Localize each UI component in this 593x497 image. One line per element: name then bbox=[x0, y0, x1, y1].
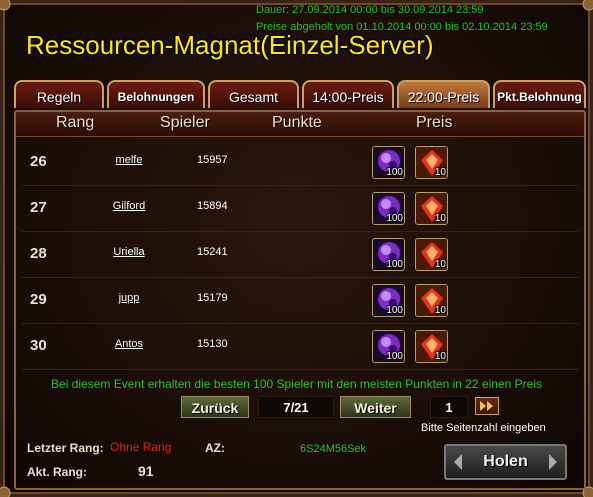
tab-rewards[interactable]: Belohnungen bbox=[107, 80, 205, 108]
prize-quantity: 10 bbox=[434, 167, 446, 178]
window-title: Ressourcen-Magnat(Einzel-Server) bbox=[26, 30, 434, 60]
prev-page-button[interactable]: Zurück bbox=[181, 396, 249, 418]
table-row: 28 Uriella 15241 100 10 bbox=[22, 232, 578, 278]
az-label: AZ: bbox=[205, 441, 225, 455]
player-link[interactable]: Antos bbox=[92, 338, 166, 350]
tab-prize-1400[interactable]: 14:00-Preis bbox=[302, 80, 394, 108]
tab-prize-2200[interactable]: 22:00-Preis bbox=[397, 80, 490, 108]
az-value: 6S24M56Sek bbox=[300, 443, 367, 455]
points-cell: 15130 bbox=[197, 338, 228, 350]
corner-ornament-icon bbox=[0, 0, 11, 11]
player-link[interactable]: Uriella bbox=[92, 246, 166, 258]
rank-cell: 29 bbox=[30, 291, 47, 308]
current-rank-label: Akt. Rang: bbox=[27, 465, 87, 479]
red-gem-icon[interactable]: 10 bbox=[415, 192, 448, 225]
rank-cell: 27 bbox=[30, 199, 47, 216]
page-number-input[interactable]: 1 bbox=[430, 396, 468, 418]
prize-quantity: 10 bbox=[434, 213, 446, 224]
prize-quantity: 10 bbox=[434, 305, 446, 316]
prize-quantity: 10 bbox=[434, 351, 446, 362]
red-gem-icon[interactable]: 10 bbox=[415, 146, 448, 179]
page-display: 7/21 bbox=[258, 396, 334, 418]
red-gem-icon[interactable]: 10 bbox=[415, 330, 448, 363]
claim-button-label: Holen bbox=[483, 453, 528, 470]
last-rank-value: Ohne Rang bbox=[110, 440, 172, 454]
rank-cell: 26 bbox=[30, 153, 47, 170]
prize-quantity: 100 bbox=[386, 305, 403, 316]
column-prize: Preis bbox=[416, 114, 453, 131]
arrow-right-icon bbox=[549, 454, 557, 470]
corner-ornament-icon bbox=[582, 0, 593, 11]
corner-ornament-icon bbox=[0, 486, 11, 497]
column-points: Punkte bbox=[272, 114, 322, 131]
player-link[interactable]: jupp bbox=[92, 292, 166, 304]
table-row: 30 Antos 15130 100 10 bbox=[22, 324, 578, 370]
column-rank: Rang bbox=[56, 114, 95, 131]
points-cell: 15179 bbox=[197, 292, 228, 304]
points-cell: 15241 bbox=[197, 246, 228, 258]
purple-orb-icon[interactable]: 100 bbox=[372, 192, 405, 225]
purple-orb-icon[interactable]: 100 bbox=[372, 330, 405, 363]
prize-quantity: 100 bbox=[386, 259, 403, 270]
points-cell: 15894 bbox=[197, 200, 228, 212]
prize-quantity: 100 bbox=[386, 351, 403, 362]
tab-total[interactable]: Gesamt bbox=[208, 80, 299, 108]
claim-button[interactable]: Holen bbox=[444, 444, 567, 480]
table-header: Rang Spieler Punkte Preis bbox=[16, 112, 584, 137]
ranking-window: Dauer: 27.09.2014 00:00 bis 30.09.2014 2… bbox=[0, 0, 593, 497]
double-chevron-right-icon bbox=[480, 401, 493, 411]
purple-orb-icon[interactable]: 100 bbox=[372, 238, 405, 271]
table-row: 27 Gilford 15894 100 10 bbox=[22, 186, 578, 232]
player-link[interactable]: Gilford bbox=[92, 200, 166, 212]
prize-quantity: 100 bbox=[386, 167, 403, 178]
prize-quantity: 100 bbox=[386, 213, 403, 224]
purple-orb-icon[interactable]: 100 bbox=[372, 146, 405, 179]
rank-cell: 30 bbox=[30, 337, 47, 354]
event-note: Bei diesem Event erhalten die besten 100… bbox=[51, 377, 542, 391]
prize-quantity: 10 bbox=[434, 259, 446, 270]
tab-point-rewards[interactable]: Pkt.Belohnung bbox=[493, 80, 586, 108]
points-cell: 15957 bbox=[197, 154, 228, 166]
table-row: 29 jupp 15179 100 10 bbox=[22, 278, 578, 324]
tab-rules[interactable]: Regeln bbox=[14, 80, 104, 108]
red-gem-icon[interactable]: 10 bbox=[415, 238, 448, 271]
player-link[interactable]: melfe bbox=[92, 154, 166, 166]
last-rank-label: Letzter Rang: bbox=[27, 441, 104, 455]
duration-text: Dauer: 27.09.2014 00:00 bis 30.09.2014 2… bbox=[256, 4, 484, 16]
next-page-button[interactable]: Weiter bbox=[340, 396, 411, 418]
purple-orb-icon[interactable]: 100 bbox=[372, 284, 405, 317]
go-to-page-button[interactable] bbox=[475, 397, 499, 415]
current-rank-value: 91 bbox=[138, 463, 154, 479]
page-input-hint: Bitte Seitenzahl eingeben bbox=[421, 422, 546, 434]
table-row: 26 melfe 15957 100 10 bbox=[22, 140, 578, 186]
red-gem-icon[interactable]: 10 bbox=[415, 284, 448, 317]
column-player: Spieler bbox=[160, 114, 210, 131]
rank-cell: 28 bbox=[30, 245, 47, 262]
